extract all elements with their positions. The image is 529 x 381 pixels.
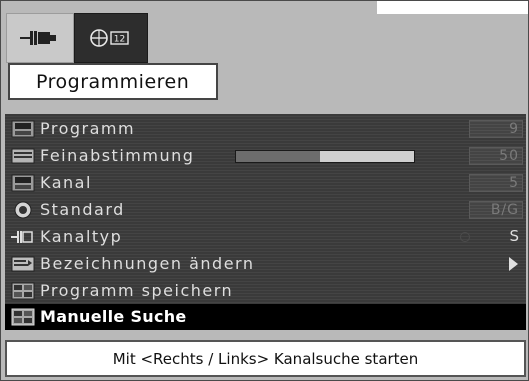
menu-item-label: Programm bbox=[40, 119, 136, 138]
menu-item-kanal[interactable]: Kanal 5 bbox=[5, 170, 526, 196]
channel-type-value: S bbox=[509, 227, 520, 245]
program-number-icon bbox=[11, 120, 35, 138]
menu-item-label: Feinabstimmung bbox=[40, 146, 195, 165]
menu-item-label: Programm speichern bbox=[40, 281, 234, 300]
fine-tuning-fill bbox=[236, 151, 320, 162]
help-text: Mit <Rechts / Links> Kanalsuche starten bbox=[5, 340, 526, 377]
channel-number-icon bbox=[11, 174, 35, 192]
antenna-connector-icon bbox=[20, 31, 56, 45]
right-arrow-icon[interactable] bbox=[509, 257, 518, 271]
menu-item-kanaltyp[interactable]: Kanaltyp S bbox=[5, 224, 526, 250]
menu-item-programm[interactable]: Programm 9 bbox=[5, 116, 526, 142]
globe-timer-icon: 12 bbox=[90, 29, 129, 47]
fine-tuning-value: 50 bbox=[469, 147, 523, 165]
menu-list: Programm 9 Feinabstimmung 50 Kanal 5 Sta… bbox=[5, 114, 526, 330]
menu-item-programm-speichern[interactable]: Programm speichern bbox=[5, 278, 526, 304]
rename-icon bbox=[11, 256, 35, 272]
channel-type-icon bbox=[11, 231, 33, 243]
timer-badge: 12 bbox=[114, 35, 125, 45]
standard-disc-icon bbox=[14, 201, 32, 219]
menu-item-label: Standard bbox=[40, 200, 125, 219]
tab-antenna[interactable] bbox=[6, 13, 74, 63]
menu-item-label: Bezeichnungen ändern bbox=[40, 254, 255, 273]
menu-item-label: Kanal bbox=[40, 173, 92, 192]
channel-value: 5 bbox=[469, 174, 523, 192]
standard-value: B/G bbox=[469, 201, 523, 219]
menu-item-bezeichnungen[interactable]: Bezeichnungen ändern bbox=[5, 251, 526, 277]
save-program-icon bbox=[11, 282, 35, 300]
menu-item-label: Manuelle Suche bbox=[40, 307, 187, 326]
page-title: Programmieren bbox=[8, 63, 218, 100]
menu-item-manuelle-suche[interactable]: Manuelle Suche bbox=[5, 304, 526, 330]
tab-timer[interactable]: 12 bbox=[74, 13, 148, 63]
program-value: 9 bbox=[469, 120, 523, 138]
manual-search-icon bbox=[11, 308, 35, 326]
fine-tuning-bar[interactable] bbox=[235, 150, 415, 163]
fine-tuning-icon bbox=[11, 148, 35, 164]
menu-item-label: Kanaltyp bbox=[40, 227, 123, 246]
menu-item-standard[interactable]: Standard B/G bbox=[5, 197, 526, 223]
menu-item-feinabstimmung[interactable]: Feinabstimmung 50 bbox=[5, 143, 526, 169]
tv-osd-panel: 12 Programmieren Programm 9 Feinabstimmu… bbox=[0, 0, 529, 381]
top-gap bbox=[377, 1, 528, 14]
